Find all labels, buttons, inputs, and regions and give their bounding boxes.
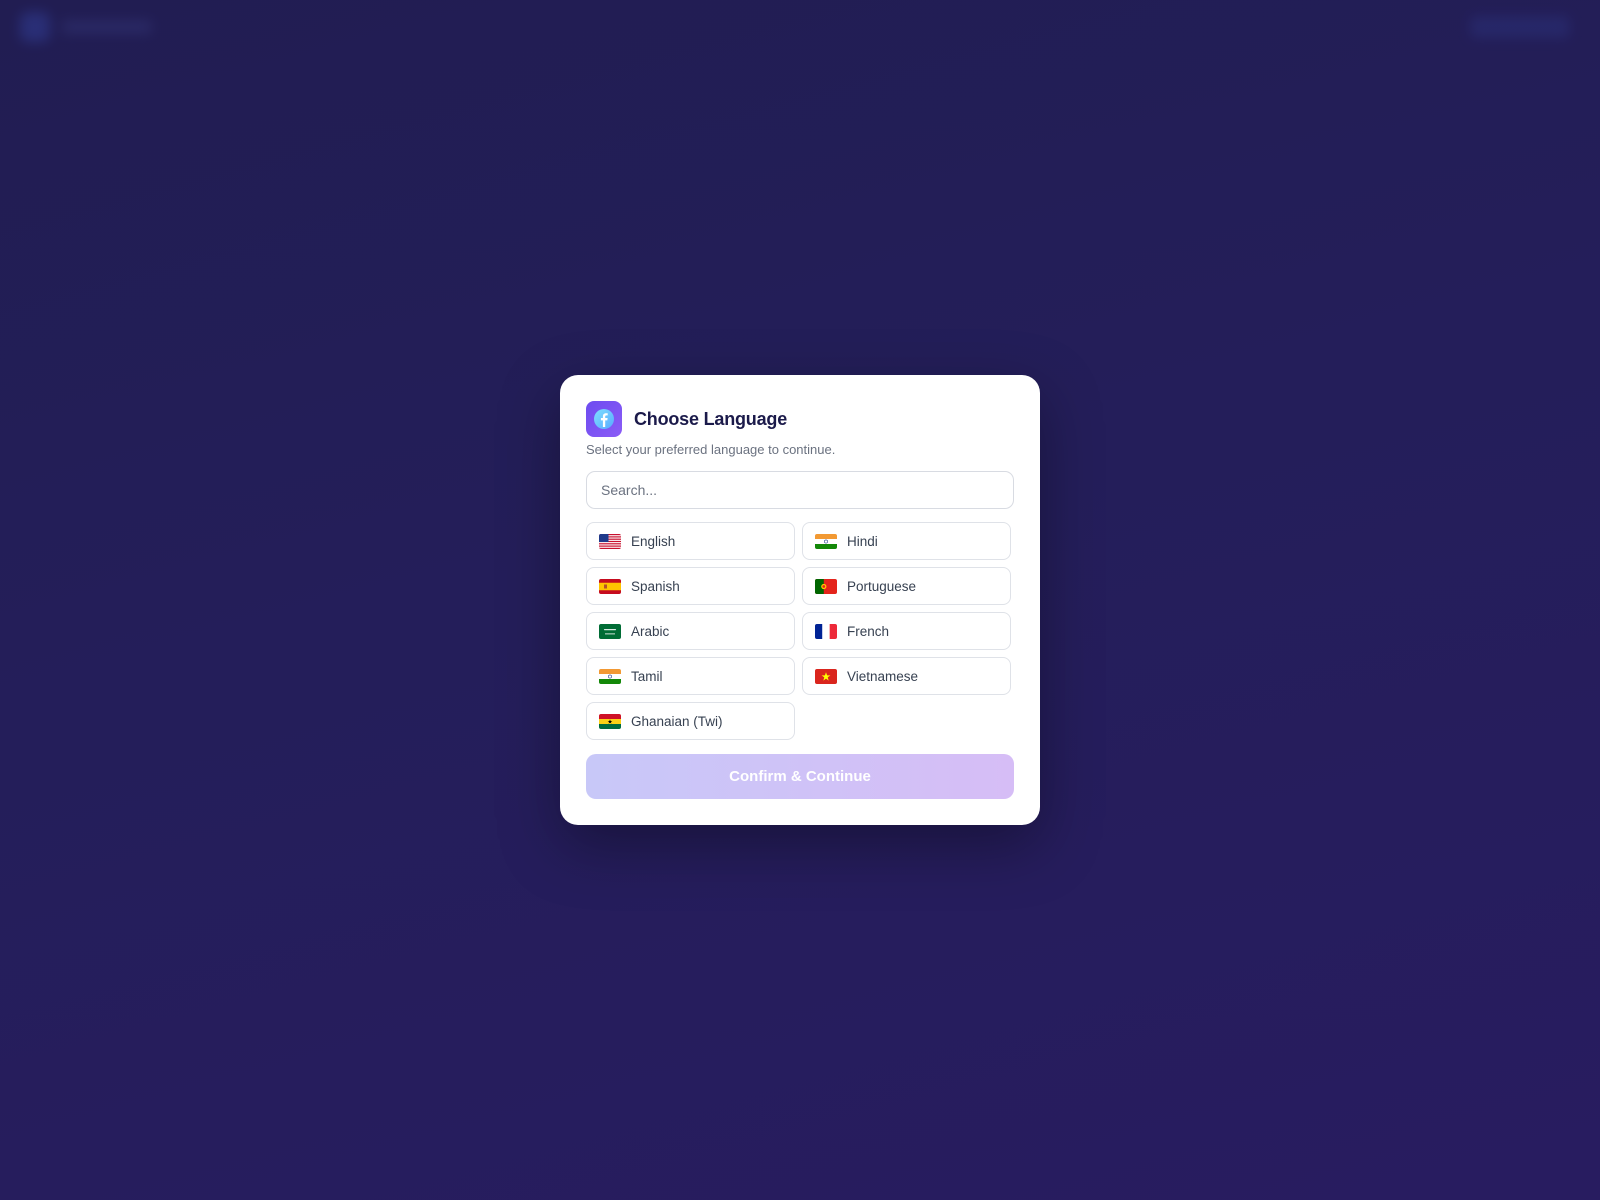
language-option-vietnamese[interactable]: Vietnamese xyxy=(802,657,1011,695)
ghana-flag-icon xyxy=(599,713,621,729)
india-flag-icon xyxy=(815,533,837,549)
language-option-spanish[interactable]: Spanish xyxy=(586,567,795,605)
language-label: Spanish xyxy=(631,578,680,594)
language-option-ghanaian-twi[interactable]: Ghanaian (Twi) xyxy=(586,702,795,740)
language-option-tamil[interactable]: Tamil xyxy=(586,657,795,695)
facebook-icon xyxy=(586,401,622,437)
language-label: English xyxy=(631,533,676,549)
language-grid: English Hindi Spanish Portuguese Arabic … xyxy=(586,522,1014,740)
confirm-continue-button[interactable]: Confirm & Continue xyxy=(586,754,1014,799)
portugal-flag-icon xyxy=(815,578,837,594)
modal-title: Choose Language xyxy=(634,408,788,429)
language-label: Portuguese xyxy=(847,578,917,594)
background-logo-icon xyxy=(20,12,50,42)
background-header-action xyxy=(1470,16,1570,38)
language-label: Arabic xyxy=(631,623,670,639)
search-input[interactable] xyxy=(586,471,1014,509)
us-flag-icon xyxy=(599,533,621,549)
language-option-english[interactable]: English xyxy=(586,522,795,560)
background-brand-name xyxy=(62,20,152,34)
language-label: Hindi xyxy=(847,533,878,549)
saudi-arabia-flag-icon xyxy=(599,623,621,639)
modal-subtitle: Select your preferred language to contin… xyxy=(586,442,836,457)
spain-flag-icon xyxy=(599,578,621,594)
modal-header: Choose Language xyxy=(586,401,1014,437)
vietnam-flag-icon xyxy=(815,668,837,684)
language-option-arabic[interactable]: Arabic xyxy=(586,612,795,650)
language-label: Tamil xyxy=(631,668,663,684)
language-label: Vietnamese xyxy=(847,668,919,684)
france-flag-icon xyxy=(815,623,837,639)
language-label: Ghanaian (Twi) xyxy=(631,713,723,729)
language-option-hindi[interactable]: Hindi xyxy=(802,522,1011,560)
language-label: French xyxy=(847,623,890,639)
language-modal: Choose Language Select your preferred la… xyxy=(560,375,1040,825)
language-option-french[interactable]: French xyxy=(802,612,1011,650)
language-option-portuguese[interactable]: Portuguese xyxy=(802,567,1011,605)
india-flag-icon xyxy=(599,668,621,684)
